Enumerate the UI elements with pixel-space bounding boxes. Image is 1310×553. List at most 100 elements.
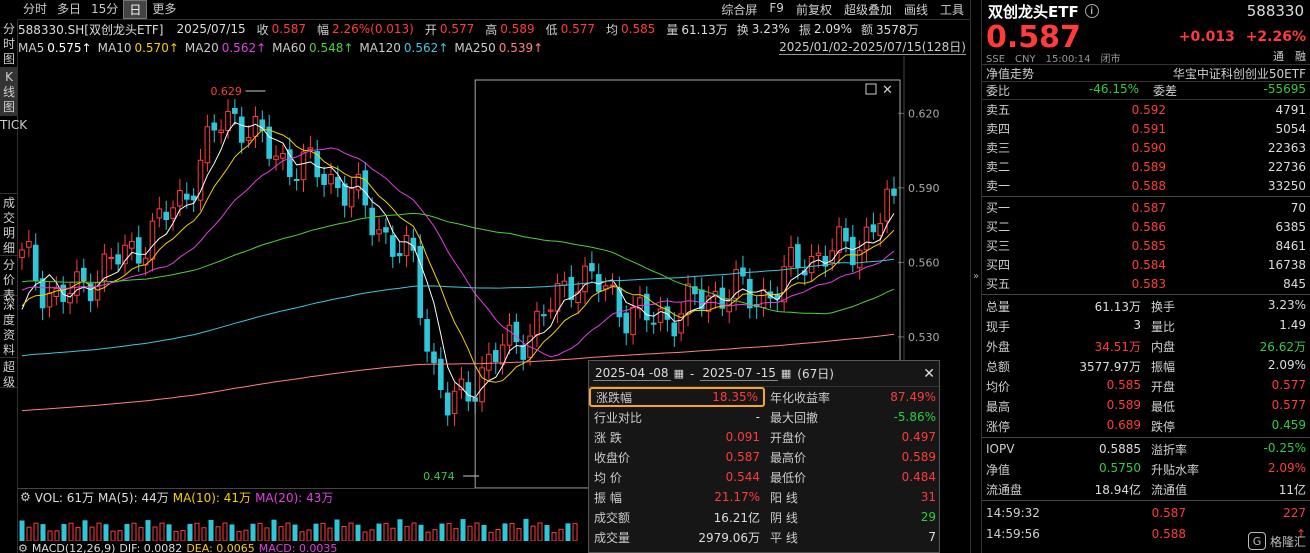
- date-range[interactable]: 2025/01/02-2025/07/15(128日): [779, 40, 966, 55]
- tool-button[interactable]: 画线: [898, 1, 934, 18]
- candle-body: [156, 208, 163, 219]
- left-nav-item[interactable]: 深度资料: [0, 296, 18, 358]
- range-stat-value: 29: [920, 510, 936, 524]
- range-stat-value: 2979.06万: [698, 530, 760, 545]
- left-nav-item[interactable]: 超级: [0, 358, 18, 389]
- left-nav-item[interactable]: TICK: [0, 116, 27, 194]
- volume-bar: [418, 524, 424, 542]
- volume-pane[interactable]: ⚙ VOL: 61万 MA(5): 44万 MA(10): 41万 MA(20)…: [18, 488, 588, 553]
- range-stats-box[interactable]: 2025-04 -08 ▦ - 2025-07 -15 ▦ (67日) ✕ 涨跌幅 1…: [588, 360, 940, 553]
- range-stat: 最高价 0.589: [765, 447, 941, 467]
- left-nav-item[interactable]: 成交明细: [0, 194, 18, 256]
- bids-level[interactable]: 买三 0.585 8461: [982, 236, 1310, 255]
- period-tab[interactable]: 多日: [52, 0, 86, 19]
- logo-text: 格隆汇: [1269, 534, 1306, 549]
- top-toolbar: 分时 多日 15分日更多 综合屏 F9 前复权 超级叠加 画线 工具: [18, 0, 970, 20]
- volume-bar: [173, 530, 179, 542]
- calendar-icon[interactable]: ▦: [674, 367, 684, 380]
- close-icon[interactable]: ✕: [923, 366, 935, 382]
- candle-body: [383, 227, 389, 233]
- period-tab[interactable]: 分时: [18, 0, 52, 19]
- left-nav-item[interactable]: 分价表: [0, 256, 18, 302]
- bids-level[interactable]: 买一 0.587 70: [982, 198, 1310, 217]
- stats-divider: [982, 294, 1310, 295]
- period-tabs: 分时 多日 15分日更多: [18, 0, 181, 19]
- asks-level[interactable]: 卖二 0.589 22736: [982, 157, 1310, 176]
- tool-button[interactable]: 工具: [934, 1, 970, 18]
- bids-level[interactable]: 买四 0.584 16738: [982, 255, 1310, 274]
- left-nav-item[interactable]: K线图: [0, 68, 18, 116]
- period-tab[interactable]: 更多: [147, 0, 181, 19]
- candle-body: [163, 211, 169, 221]
- close-selection-icon[interactable]: ✕: [882, 83, 893, 98]
- range-stat-label: 涨 跌: [594, 430, 622, 445]
- macd-label: MACD(12,26,9): [31, 541, 116, 553]
- bids-volume: 16738: [1267, 257, 1306, 272]
- range-from[interactable]: 2025-04 -08: [593, 366, 671, 381]
- volume-bar: [166, 524, 172, 542]
- bids-volume: 70: [1290, 200, 1306, 215]
- tick-price: 0.588: [1151, 526, 1186, 541]
- maximize-icon[interactable]: [865, 83, 877, 95]
- volume-bar: [96, 522, 102, 542]
- security-code: 588330: [1246, 2, 1304, 20]
- vol-settings-icon[interactable]: ⚙: [20, 490, 31, 504]
- volume-bar: [495, 529, 501, 542]
- candle-body: [843, 227, 849, 242]
- candle-body: [884, 188, 890, 222]
- candle-body: [403, 235, 410, 257]
- low-value: 0.577: [560, 22, 595, 36]
- period-tab[interactable]: 日: [123, 0, 148, 19]
- period-tab[interactable]: 15分: [86, 0, 123, 19]
- volume-bar: [327, 527, 333, 542]
- stat-cell: 最低 0.577: [1151, 398, 1306, 415]
- left-nav-item[interactable]: 分时图: [0, 20, 18, 68]
- range-stat-value: 16.21亿: [713, 510, 760, 525]
- info-icon[interactable]: i: [1084, 4, 1099, 18]
- range-stat-value: -: [755, 410, 760, 424]
- calendar-icon[interactable]: ▦: [781, 367, 791, 380]
- high-label: 高: [485, 22, 498, 37]
- brand-logo: G 格隆汇: [1247, 532, 1306, 550]
- nav-row[interactable]: 净值走势 华宝中证科创创业50ETF: [982, 64, 1310, 82]
- tool-button[interactable]: 前复权: [790, 1, 838, 18]
- candle-body: [369, 207, 375, 236]
- tool-button[interactable]: 超级叠加: [838, 1, 898, 18]
- asks-level[interactable]: 卖三 0.590 22363: [982, 138, 1310, 157]
- macd-settings-icon[interactable]: ⚙: [18, 542, 28, 553]
- range-stat-label: 成交额: [594, 510, 631, 525]
- candle-body: [26, 240, 32, 248]
- asks-level[interactable]: 卖四 0.591 5054: [982, 119, 1310, 138]
- stat-cell: 溢折率 -0.25%: [1151, 441, 1306, 458]
- ma-value: 0.548↑: [309, 41, 354, 55]
- asks-label: 卖一: [986, 179, 1011, 193]
- ticks-divider: [982, 500, 1310, 501]
- bids-level[interactable]: 买五 0.583 845: [982, 274, 1310, 293]
- volume-bar: [285, 522, 291, 542]
- stat-value: 3: [1133, 317, 1141, 332]
- volume-bar: [201, 527, 207, 542]
- asks-level[interactable]: 卖五 0.592 4791: [982, 100, 1310, 119]
- candle-body: [149, 220, 156, 260]
- candle-body: [582, 265, 588, 293]
- bids-level[interactable]: 买二 0.586 6385: [982, 217, 1310, 236]
- range-to[interactable]: 2025-07 -15: [700, 366, 778, 381]
- tool-button[interactable]: 综合屏: [715, 1, 763, 18]
- nav-label[interactable]: 净值走势: [986, 65, 1034, 82]
- stat-value: 3.23%: [1267, 297, 1306, 312]
- range-stat-value: 0.091: [725, 430, 760, 444]
- amp-value: 2.26%(0.013): [332, 22, 414, 36]
- volume-bar: [523, 518, 529, 542]
- asks-label: 卖三: [986, 141, 1011, 155]
- volume-bar: [138, 527, 144, 542]
- volume-bar: [215, 526, 221, 542]
- tool-button[interactable]: F9: [763, 1, 790, 18]
- vol-ma20: MA(20): 43万: [255, 490, 334, 505]
- candle-body: [856, 249, 863, 269]
- candle-body: [630, 307, 636, 336]
- stat-label: 振幅: [1151, 359, 1176, 374]
- expand-panel-icon[interactable]: »: [970, 0, 982, 553]
- asks-level[interactable]: 卖一 0.588 33250: [982, 176, 1310, 195]
- bids-price: 0.586: [1131, 219, 1166, 234]
- volume-bar: [488, 531, 494, 542]
